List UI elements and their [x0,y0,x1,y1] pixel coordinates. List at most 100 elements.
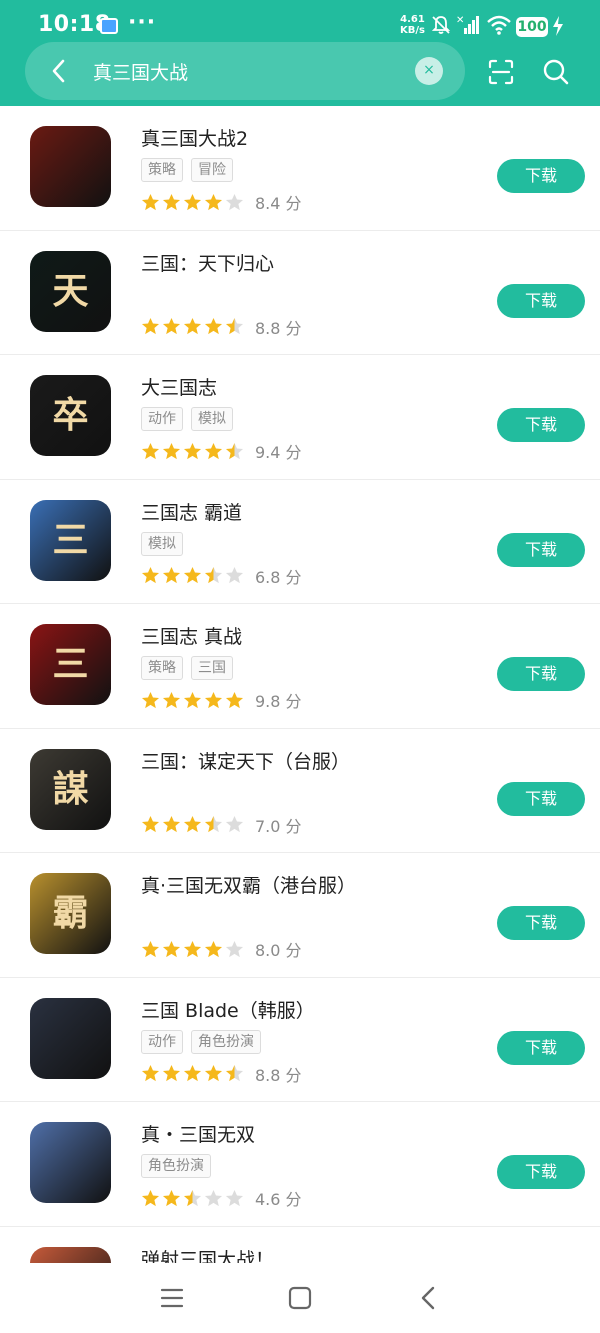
app-tag: 角色扮演 [141,1154,211,1178]
app-icon[interactable]: 謀 [30,748,111,830]
star-full-icon [141,442,160,459]
app-rating: 8.8 分 [141,1062,302,1085]
search-results-list: 真三国大战2 策略 冒险 8.4 分下载天三国：天下归心 8.8 分下载卒大三国志 动作模… [0,106,600,1263]
star-full-icon [141,815,160,833]
app-rating: 7.0 分 [141,813,302,836]
download-button[interactable]: 下载 [497,781,585,816]
app-icon[interactable]: 霸 [30,873,111,954]
back-arrow-icon[interactable] [46,56,72,86]
download-button[interactable]: 下载 [497,1155,585,1189]
app-icon[interactable]: 三 [30,624,111,705]
app-name[interactable]: 真・三国无双 [141,1120,255,1147]
star-full-icon [183,940,202,957]
clear-search-button[interactable]: × [415,57,443,85]
app-tags: 动作 角色扮演 [141,1029,269,1054]
app-name[interactable]: 真·三国无双霸（港台服） [141,871,356,898]
app-icon[interactable]: 天 [30,250,111,332]
app-list-item[interactable]: 謀 三国：谋定天下（台服） 7.0 分 下载 [0,729,600,853]
mute-bell-icon [431,16,451,34]
back-chevron-icon[interactable] [414,1283,444,1313]
app-tags: 模拟 [141,531,191,556]
app-icon-glyph [30,998,111,1079]
app-icon-glyph [30,126,111,207]
star-full-icon [204,940,223,957]
download-button[interactable]: 下载 [497,532,585,567]
app-tag: 角色扮演 [191,1029,261,1054]
battery-level: 100 [516,17,548,37]
star-full-icon [162,940,181,957]
app-tags: 动作 模拟 [141,407,241,431]
home-square-icon[interactable] [285,1283,315,1313]
app-tag: 动作 [141,407,183,431]
app-icon[interactable] [30,997,111,1079]
star-full-icon [183,566,202,584]
download-button[interactable]: 下载 [497,159,585,193]
star-half-icon [225,1064,244,1082]
app-icon[interactable] [30,126,111,207]
download-button[interactable]: 下载 [497,906,585,940]
app-name[interactable]: 三国：谋定天下（台服） [141,747,350,774]
app-icon-glyph: 謀 [52,767,89,810]
app-name[interactable]: 三国 Blade（韩服） [141,996,315,1023]
star-full-icon [162,815,181,833]
download-button[interactable]: 下载 [497,1030,585,1065]
app-name[interactable]: 弹射三国大战！ [141,1245,274,1264]
app-icon-glyph: 霸 [52,892,89,934]
star-full-icon [162,193,181,210]
app-score: 8.0 分 [255,941,302,960]
app-score: 7.0 分 [255,816,302,836]
app-icon-glyph: 三 [52,643,89,685]
star-full-icon [141,691,160,708]
app-list-item[interactable]: 真三国大战2 策略 冒险 8.4 分 下载 [0,106,600,231]
star-half-icon [204,566,223,584]
star-empty-icon [225,815,244,833]
star-full-icon [162,1189,181,1206]
app-tags: 策略 三国 [141,656,241,680]
app-list-item[interactable]: 霸 真·三国无双霸（港台服） 8.0 分 下载 [0,853,600,978]
search-icon[interactable] [542,58,570,86]
star-full-icon [183,442,202,459]
app-list-item[interactable]: 三 三国志 真战 策略 三国 9.8 分 下载 [0,604,600,729]
app-name[interactable]: 三国：天下归心 [141,249,274,276]
app-icon-glyph: 三 [52,518,89,561]
scan-icon[interactable] [487,58,515,86]
app-icon[interactable]: 卒 [30,375,111,456]
app-tag: 模拟 [191,407,233,431]
app-name[interactable]: 真三国大战2 [141,124,248,151]
app-list-item[interactable]: 三国 Blade（韩服） 动作 角色扮演 8.8 分 下载 [0,978,600,1102]
app-icon[interactable] [30,1122,111,1203]
menu-icon[interactable] [157,1283,187,1313]
app-name[interactable]: 三国志 真战 [141,622,242,649]
app-tag: 策略 [141,656,183,680]
star-full-icon [204,317,223,335]
star-full-icon [141,193,160,210]
search-input[interactable] [93,55,393,87]
download-button[interactable]: 下载 [497,657,585,691]
app-name[interactable]: 三国志 霸道 [141,498,242,525]
network-speed-unit: KB/s [400,25,425,36]
download-button[interactable]: 下载 [497,283,585,318]
star-full-icon [183,317,202,335]
star-full-icon [183,193,202,210]
app-rating: 6.8 分 [141,564,302,587]
star-full-icon [162,691,181,708]
app-list-item[interactable]: 三 三国志 霸道 模拟 6.8 分 下载 [0,480,600,604]
star-full-icon [162,442,181,459]
app-name[interactable]: 大三国志 [141,373,217,400]
app-list-item[interactable]: 卒 大三国志动作 模拟 9.4 分 下载 [0,355,600,480]
app-list-item[interactable]: 弹射三国大战！ [0,1227,600,1264]
app-score: 9.4 分 [255,443,302,462]
svg-text:✕: ✕ [456,15,464,26]
app-tags: 策略 冒险 [141,158,241,182]
app-icon-glyph: 天 [52,269,89,312]
app-list-item[interactable]: 天 三国：天下归心 8.8 分 下载 [0,231,600,355]
wifi-icon [487,15,511,35]
star-empty-icon [225,566,244,584]
app-list-item[interactable]: 真・三国无双 角色扮演 4.6 分 下载 [0,1102,600,1227]
download-button[interactable]: 下载 [497,408,585,442]
app-icon[interactable]: 三 [30,499,111,581]
star-full-icon [141,1189,160,1206]
app-icon[interactable] [30,1246,111,1264]
app-icon-glyph [30,1247,111,1264]
app-tag: 冒险 [191,158,233,182]
